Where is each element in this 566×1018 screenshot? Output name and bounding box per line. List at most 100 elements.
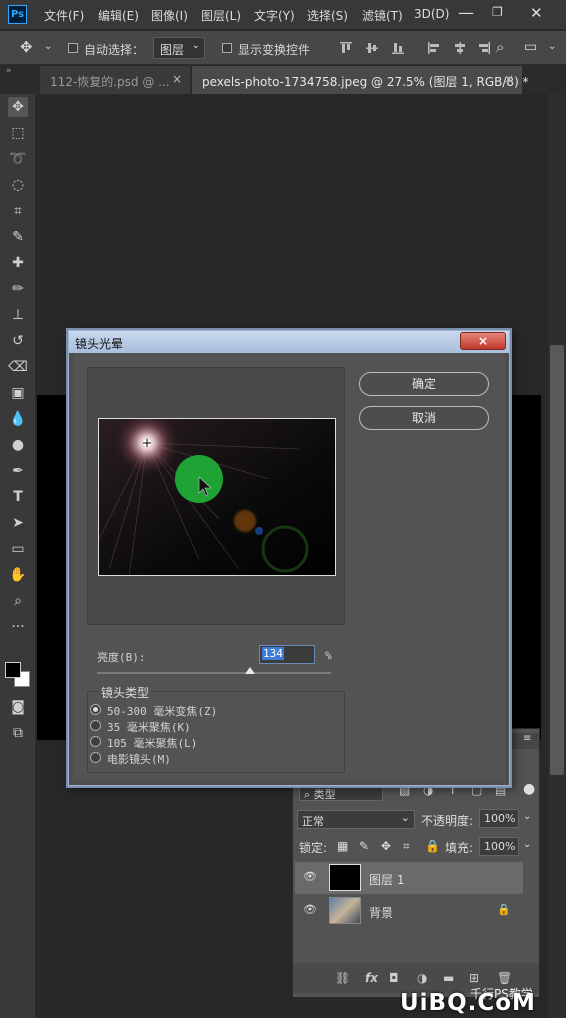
panel-menu-icon[interactable]: ≡ — [523, 733, 531, 744]
link-layers-icon[interactable]: ⛓ — [335, 971, 350, 985]
restore-button[interactable]: ❐ — [492, 5, 503, 19]
brightness-slider-knob[interactable] — [244, 667, 255, 674]
menu-select[interactable]: 选择(S) — [307, 7, 348, 24]
screen-mode-icon[interactable]: ⧉ — [8, 723, 28, 743]
menu-edit[interactable]: 编辑(E) — [98, 7, 139, 24]
quick-mask-icon[interactable]: ◙ — [8, 697, 28, 717]
lock-all-icon[interactable]: 🔒 — [425, 839, 440, 853]
delete-layer-icon[interactable]: 🗑 — [497, 971, 512, 985]
new-layer-icon[interactable]: ⊞ — [469, 971, 479, 985]
lock-artboard-icon[interactable]: ⌗ — [403, 839, 410, 854]
add-mask-icon[interactable]: ◘ — [389, 971, 399, 985]
opacity-chevron-icon[interactable]: ⌄ — [523, 811, 531, 822]
options-bar: ✥ ⌄ 自动选择： 图层 ⌄ 显示变换控件 ⌕ ▭ ⌄ — [0, 31, 566, 65]
rectangle-tool-icon[interactable]: ▭ — [8, 539, 28, 559]
lock-image-icon[interactable]: ✎ — [359, 839, 369, 853]
minimize-button[interactable]: — — [458, 3, 474, 22]
lens-50-300-radio[interactable] — [90, 704, 101, 715]
brightness-slider-track[interactable] — [97, 672, 331, 674]
align-top-icon[interactable] — [340, 42, 352, 54]
dialog-close-button[interactable]: × — [460, 332, 506, 350]
lens-50-300-label[interactable]: 50-300 毫米变焦(Z) — [107, 703, 217, 719]
menu-bar: Ps 文件(F) 编辑(E) 图像(I) 图层(L) 文字(Y) 选择(S) 滤… — [0, 0, 566, 30]
dodge-tool-icon[interactable]: ● — [8, 435, 28, 455]
show-transform-label: 显示变换控件 — [238, 43, 311, 57]
workspace-chevron-icon[interactable]: ⌄ — [548, 41, 556, 52]
path-select-tool-icon[interactable]: ➤ — [8, 513, 28, 533]
menu-file[interactable]: 文件(F) — [44, 7, 84, 24]
close-tab-icon[interactable]: × — [504, 72, 514, 86]
fill-input[interactable]: 100% — [479, 837, 519, 856]
menu-image[interactable]: 图像(I) — [151, 7, 188, 24]
auto-select-target-value: 图层 — [160, 43, 185, 57]
marquee-tool-icon[interactable]: ⬚ — [8, 123, 28, 143]
type-tool-icon[interactable]: T — [8, 487, 28, 507]
visibility-eye-icon[interactable]: 👁 — [303, 904, 317, 915]
new-group-icon[interactable]: ▬ — [443, 971, 454, 985]
brush-tool-icon[interactable]: ✏ — [8, 279, 28, 299]
adjustment-layer-icon[interactable]: ◑ — [417, 971, 427, 985]
eyedropper-tool-icon[interactable]: ✎ — [8, 227, 28, 247]
layer-row-layer1[interactable]: 👁 图层 1 — [295, 862, 523, 894]
history-brush-tool-icon[interactable]: ↺ — [8, 331, 28, 351]
show-transform-checkbox[interactable] — [222, 43, 232, 53]
hand-tool-icon[interactable]: ✋ — [8, 565, 28, 585]
ok-button[interactable]: 确定 — [359, 372, 489, 396]
blend-mode-dropdown[interactable]: 正常 ⌄ — [297, 810, 415, 829]
search-icon[interactable]: ⌕ — [496, 38, 504, 56]
align-bottom-icon[interactable] — [392, 42, 404, 54]
tool-preset-chevron-icon[interactable]: ⌄ — [44, 41, 52, 52]
cancel-button[interactable]: 取消 — [359, 406, 489, 430]
photoshop-logo: Ps — [8, 5, 27, 24]
filter-toggle-icon[interactable]: ● — [523, 781, 535, 797]
opacity-input[interactable]: 100% — [479, 809, 519, 828]
lock-transparent-icon[interactable]: ▦ — [337, 839, 348, 853]
collapse-panel-icon[interactable]: » — [6, 66, 12, 76]
crop-tool-icon[interactable]: ⌗ — [8, 201, 28, 221]
healing-tool-icon[interactable]: ✚ — [8, 253, 28, 273]
fill-chevron-icon[interactable]: ⌄ — [523, 839, 531, 850]
align-horizontal-center-icon[interactable] — [454, 42, 466, 54]
lens-105-radio[interactable] — [90, 736, 101, 747]
lens-movie-label[interactable]: 电影镜头(M) — [107, 751, 171, 767]
zoom-tool-icon[interactable]: ⌕ — [8, 591, 28, 611]
auto-select-checkbox[interactable] — [68, 43, 78, 53]
lasso-tool-icon[interactable]: ➰ — [8, 149, 28, 169]
eraser-tool-icon[interactable]: ⌫ — [8, 357, 28, 377]
pen-tool-icon[interactable]: ✒ — [8, 461, 28, 481]
close-tab-icon[interactable]: × — [172, 72, 182, 86]
lens-105-label[interactable]: 105 毫米聚焦(L) — [107, 735, 197, 751]
menu-filter[interactable]: 滤镜(T) — [362, 7, 403, 24]
lens-flare-preview[interactable] — [98, 418, 336, 576]
stamp-tool-icon[interactable]: ⊥ — [8, 305, 28, 325]
foreground-color-swatch-top[interactable] — [5, 662, 21, 678]
lock-position-icon[interactable]: ✥ — [381, 839, 391, 853]
quick-select-tool-icon[interactable]: ◌ — [8, 175, 28, 195]
align-right-icon[interactable] — [478, 42, 490, 54]
tab-pexels-photo[interactable]: pexels-photo-1734758.jpeg @ 27.5% (图层 1,… — [192, 66, 529, 94]
brightness-input[interactable]: 134 — [259, 645, 315, 664]
layer-style-icon[interactable]: fx — [365, 971, 378, 985]
menu-layer[interactable]: 图层(L) — [201, 7, 241, 24]
blur-tool-icon[interactable]: 💧 — [8, 409, 28, 429]
tab-recovered-psd[interactable]: 112-恢复的.psd @ ... × — [40, 66, 190, 94]
visibility-eye-icon[interactable]: 👁 — [303, 871, 317, 882]
move-tool-icon[interactable]: ✥ — [8, 97, 28, 117]
dialog-title-bar[interactable]: 镜头光晕 × — [69, 331, 509, 353]
lens-35-label[interactable]: 35 毫米聚焦(K) — [107, 719, 191, 735]
close-window-button[interactable]: ✕ — [530, 4, 543, 22]
lens-movie-radio[interactable] — [90, 752, 101, 763]
lens-35-radio[interactable] — [90, 720, 101, 731]
tab-label: pexels-photo-1734758.jpeg @ 27.5% (图层 1,… — [202, 75, 529, 89]
vertical-scrollbar[interactable] — [550, 345, 564, 775]
workspace-icon[interactable]: ▭ — [524, 39, 537, 55]
gradient-tool-icon[interactable]: ▣ — [8, 383, 28, 403]
align-vertical-center-icon[interactable] — [366, 42, 378, 54]
move-icon[interactable]: ✥ — [20, 38, 33, 56]
align-left-icon[interactable] — [428, 42, 440, 54]
layer-row-background[interactable]: 👁 背景 🔒 — [295, 895, 523, 927]
menu-type[interactable]: 文字(Y) — [254, 7, 295, 24]
more-tools-icon[interactable]: ··· — [8, 617, 28, 637]
auto-select-target-dropdown[interactable]: 图层 ⌄ — [153, 37, 205, 59]
menu-3d[interactable]: 3D(D) — [414, 7, 449, 21]
